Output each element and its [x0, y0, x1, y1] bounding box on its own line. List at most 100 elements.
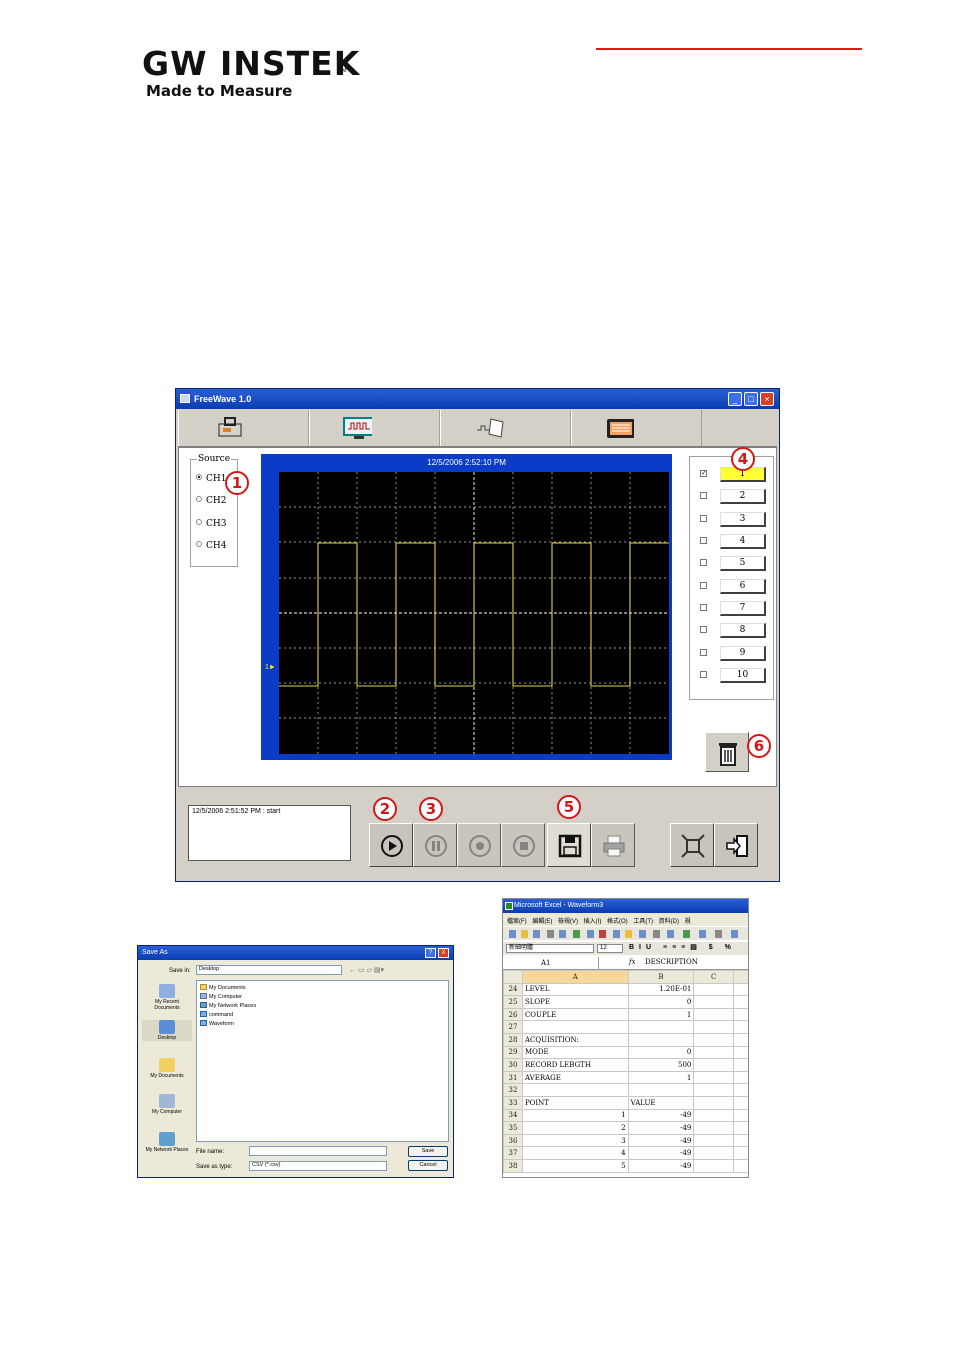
cell-b[interactable]: -49: [627, 1108, 695, 1123]
memory-slot-4[interactable]: 4: [720, 534, 766, 549]
place-network[interactable]: My Network Places: [142, 1132, 192, 1153]
cell-b[interactable]: VALUE: [627, 1095, 695, 1110]
cell-a[interactable]: LEVEL: [521, 982, 629, 997]
minimize-button[interactable]: _: [728, 392, 742, 406]
column-header[interactable]: B: [627, 970, 695, 984]
cell-d[interactable]: [733, 1045, 748, 1060]
cell-d[interactable]: [733, 982, 748, 997]
save-button[interactable]: Save: [408, 1146, 448, 1157]
cell-a[interactable]: POINT: [521, 1095, 629, 1110]
corner-cell[interactable]: [503, 970, 523, 984]
cell-c[interactable]: [693, 1146, 735, 1160]
cell-a[interactable]: SLOPE: [521, 995, 629, 1009]
cell-c[interactable]: [693, 1095, 735, 1110]
close-button[interactable]: X: [438, 948, 449, 958]
cell-b[interactable]: -49: [627, 1158, 695, 1173]
row-header[interactable]: 28: [503, 1032, 523, 1047]
cell-a[interactable]: ACQUISITION:: [521, 1032, 629, 1047]
cell-a[interactable]: [521, 1083, 629, 1097]
cell-a[interactable]: AVERAGE: [521, 1070, 629, 1085]
row-header[interactable]: 36: [503, 1133, 523, 1148]
cell-a[interactable]: COUPLE: [521, 1007, 629, 1022]
radio-ch1[interactable]: CH1: [196, 474, 226, 484]
cell-b[interactable]: [627, 1020, 695, 1034]
memory-slot-9[interactable]: 9: [720, 646, 766, 661]
cell-c[interactable]: [693, 1058, 735, 1072]
place-my-computer[interactable]: My Computer: [142, 1094, 192, 1115]
cell-c[interactable]: [693, 982, 735, 997]
cell-a[interactable]: [521, 1020, 629, 1034]
column-header[interactable]: C: [693, 970, 735, 984]
cell-c[interactable]: [693, 1032, 735, 1047]
memory-checkbox-4[interactable]: [700, 537, 707, 544]
memory-checkbox-3[interactable]: [700, 515, 707, 522]
cell-c[interactable]: [693, 1045, 735, 1060]
cell-a[interactable]: 1: [521, 1108, 629, 1123]
row-header[interactable]: 24: [503, 982, 523, 997]
memory-checkbox-8[interactable]: [700, 626, 707, 633]
save-type-select[interactable]: CSV (*.csv): [249, 1161, 387, 1171]
save-button[interactable]: [547, 823, 591, 867]
cell-d[interactable]: [733, 1007, 748, 1022]
format-buttons[interactable]: BIU ≡≡≡▤ $ %: [629, 943, 736, 951]
file-item[interactable]: command: [200, 1011, 233, 1018]
row-header[interactable]: 35: [503, 1121, 523, 1135]
cell-a[interactable]: 4: [521, 1146, 629, 1160]
record-button[interactable]: [457, 823, 501, 867]
cell-c[interactable]: [693, 1133, 735, 1148]
toolbar-tab-monitor[interactable]: [309, 410, 440, 446]
memory-checkbox-7[interactable]: [700, 604, 707, 611]
column-header[interactable]: A: [521, 970, 629, 984]
help-button[interactable]: ?: [425, 948, 436, 958]
radio-ch3[interactable]: CH3: [196, 519, 226, 529]
cell-b[interactable]: 1: [627, 1007, 695, 1022]
nav-toolbar-icons[interactable]: ← ▭ ▱ ▤▾: [349, 966, 384, 974]
cell-b[interactable]: -49: [627, 1133, 695, 1148]
row-header[interactable]: 33: [503, 1095, 523, 1110]
memory-slot-8[interactable]: 8: [720, 623, 766, 638]
cell-c[interactable]: [693, 1020, 735, 1034]
cell-b[interactable]: 0: [627, 1045, 695, 1060]
row-header[interactable]: 32: [503, 1083, 523, 1097]
font-size-box[interactable]: 12: [597, 944, 623, 953]
cell-a[interactable]: 5: [521, 1158, 629, 1173]
column-header[interactable]: [733, 970, 748, 984]
cell-b[interactable]: [627, 1032, 695, 1047]
cell-c[interactable]: [693, 1108, 735, 1123]
cell-d[interactable]: [733, 1133, 748, 1148]
cell-a[interactable]: RECORD LEBGTH: [521, 1058, 629, 1072]
maximize-button[interactable]: □: [744, 392, 758, 406]
exit-button[interactable]: [714, 823, 758, 867]
cell-c[interactable]: [693, 1158, 735, 1173]
cell-b[interactable]: -49: [627, 1146, 695, 1160]
cell-b[interactable]: -49: [627, 1121, 695, 1135]
cell-d[interactable]: [733, 1121, 748, 1135]
cancel-button[interactable]: Cancel: [408, 1160, 448, 1171]
save-in-select[interactable]: Desktop: [196, 965, 342, 975]
standard-toolbar[interactable]: [503, 926, 748, 940]
cell-d[interactable]: [733, 995, 748, 1009]
formula-content[interactable]: DESCRIPTION: [645, 958, 698, 966]
row-header[interactable]: 30: [503, 1058, 523, 1072]
cell-b[interactable]: 1: [627, 1070, 695, 1085]
place-my-documents[interactable]: My Documents: [142, 1058, 192, 1079]
cell-c[interactable]: [693, 995, 735, 1009]
memory-checkbox-2[interactable]: [700, 492, 707, 499]
memory-slot-2[interactable]: 2: [720, 489, 766, 504]
cell-a[interactable]: 2: [521, 1121, 629, 1135]
radio-button[interactable]: [196, 474, 202, 480]
cell-d[interactable]: [733, 1058, 748, 1072]
cell-d[interactable]: [733, 1095, 748, 1110]
file-item[interactable]: Waveform: [200, 1020, 234, 1027]
delete-button[interactable]: [705, 732, 749, 772]
row-header[interactable]: 27: [503, 1020, 523, 1034]
print-button[interactable]: [591, 823, 635, 867]
memory-checkbox-1[interactable]: ✓: [700, 470, 707, 477]
cell-d[interactable]: [733, 1032, 748, 1047]
format-toolbar[interactable]: 新細明體 12 BIU ≡≡≡▤ $ %: [503, 941, 748, 955]
cell-a[interactable]: MODE: [521, 1045, 629, 1060]
cell-d[interactable]: [733, 1146, 748, 1160]
cell-b[interactable]: 500: [627, 1058, 695, 1072]
memory-checkbox-6[interactable]: [700, 582, 707, 589]
toolbar-tab-memory[interactable]: [571, 410, 702, 446]
